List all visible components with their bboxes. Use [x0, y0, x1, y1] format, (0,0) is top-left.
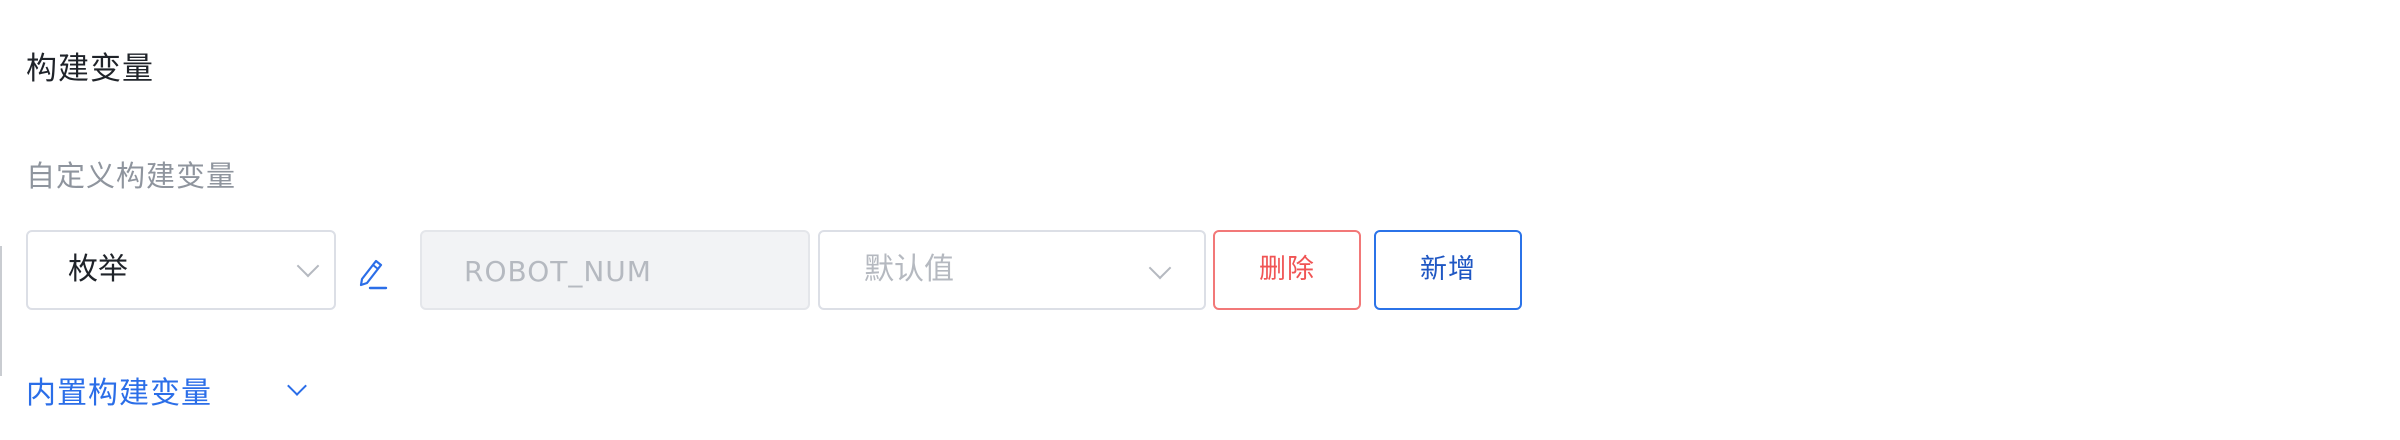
default-value-select[interactable]: 默认值 [818, 230, 1206, 310]
pencil-icon[interactable] [352, 252, 392, 292]
variable-name-value: ROBOT_NUM [464, 255, 652, 288]
variable-type-value: 枚举 [68, 252, 128, 287]
chevron-down-icon [296, 254, 320, 278]
build-variables-panel: 构建变量 自定义构建变量 枚举 ROBOT_NUM 默认值 删除 新增 内置构建… [0, 0, 2400, 440]
custom-variable-row: 枚举 ROBOT_NUM 默认值 删除 新增 [0, 230, 1560, 314]
variable-type-select[interactable]: 枚举 [26, 230, 336, 310]
delete-button[interactable]: 删除 [1213, 230, 1361, 310]
builtin-variables-label: 内置构建变量 [26, 376, 212, 411]
section-title: 构建变量 [26, 51, 154, 87]
chevron-down-icon [1148, 256, 1172, 280]
chevron-down-icon [287, 376, 307, 396]
add-button[interactable]: 新增 [1374, 230, 1522, 310]
custom-variables-subtitle: 自定义构建变量 [26, 159, 237, 193]
default-value-placeholder: 默认值 [864, 252, 954, 287]
variable-name-input[interactable]: ROBOT_NUM [420, 230, 810, 310]
